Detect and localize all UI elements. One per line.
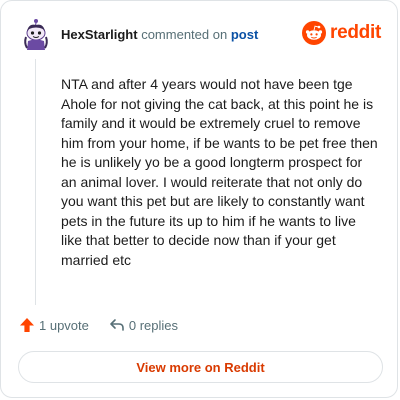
action-text: commented on — [141, 26, 228, 42]
thread-line — [35, 59, 36, 305]
view-more-button[interactable]: View more on Reddit — [18, 351, 383, 383]
upvote-arrow-icon — [20, 318, 34, 332]
comment-body: NTA and after 4 years would not have bee… — [61, 76, 378, 268]
comment-attribution: HexStarlight commented on post — [61, 27, 258, 42]
upvote-count[interactable]: 1 upvote — [19, 317, 89, 333]
reddit-brand[interactable]: reddit — [302, 21, 381, 45]
reddit-wordmark: reddit — [330, 22, 381, 43]
comment-embed-card: HexStarlight commented on post reddit NT… — [0, 0, 398, 398]
post-link[interactable]: post — [231, 27, 258, 42]
snoo-avatar-icon[interactable] — [21, 17, 51, 51]
username[interactable]: HexStarlight — [61, 27, 138, 42]
comment-header: HexStarlight commented on post — [21, 17, 258, 51]
reply-arrow-icon — [110, 319, 124, 331]
reply-label: 0 replies — [128, 317, 179, 333]
comment-meta: 1 upvote 0 replies — [19, 317, 178, 333]
upvote-label: 1 upvote — [39, 317, 89, 333]
reddit-logo-icon — [302, 21, 327, 45]
reply-count[interactable]: 0 replies — [109, 317, 178, 333]
